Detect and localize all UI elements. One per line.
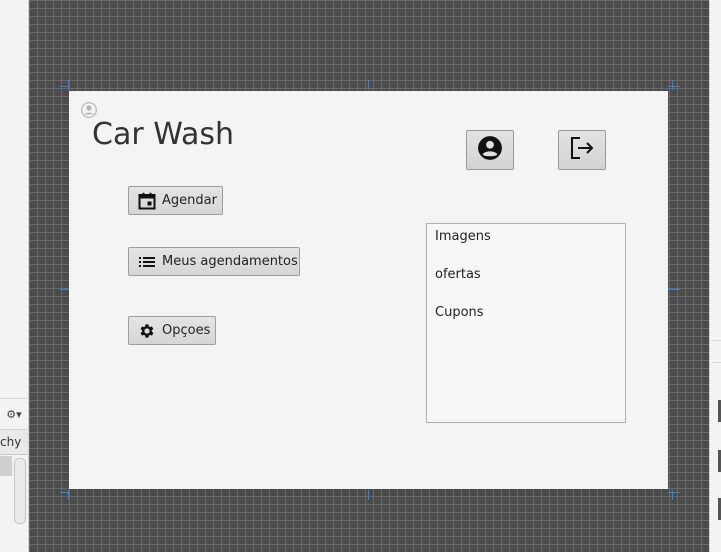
ide-tab-label: chy — [0, 435, 22, 449]
account-circle-icon — [477, 135, 503, 165]
ide-scrollbar[interactable] — [14, 458, 26, 524]
logout-button[interactable] — [558, 130, 606, 170]
logout-icon — [568, 135, 596, 165]
ide-right-panel — [709, 0, 721, 552]
car-wash-form: Car Wash Agendar Meus agendamentos Opçoe… — [69, 91, 668, 489]
gear-icon: ⚙▾ — [6, 407, 22, 421]
my-appointments-button-label: Meus agendamentos — [162, 254, 298, 269]
user-circle-icon — [81, 102, 97, 118]
ide-left-panel: ⚙▾ chy — [0, 0, 29, 552]
schedule-button-label: Agendar — [162, 193, 217, 208]
ide-selected-row[interactable] — [0, 456, 12, 476]
page-title: Car Wash — [92, 117, 234, 152]
calendar-icon — [138, 192, 156, 210]
options-button[interactable]: Opçoes — [128, 316, 216, 345]
options-button-label: Opçoes — [162, 323, 211, 338]
gear-icon — [138, 322, 156, 340]
menu-listbox[interactable]: Imagens ofertas Cupons — [426, 223, 626, 423]
list-icon — [138, 253, 156, 271]
list-item[interactable]: ofertas — [427, 262, 625, 300]
list-item[interactable]: Cupons — [427, 300, 625, 338]
list-item[interactable]: Imagens — [427, 224, 625, 262]
my-appointments-button[interactable]: Meus agendamentos — [128, 247, 300, 276]
ide-hierarchy-tab[interactable]: chy — [0, 430, 28, 455]
ide-settings-dropdown[interactable]: ⚙▾ — [0, 398, 28, 430]
profile-button[interactable] — [466, 130, 514, 170]
schedule-button[interactable]: Agendar — [128, 186, 223, 215]
